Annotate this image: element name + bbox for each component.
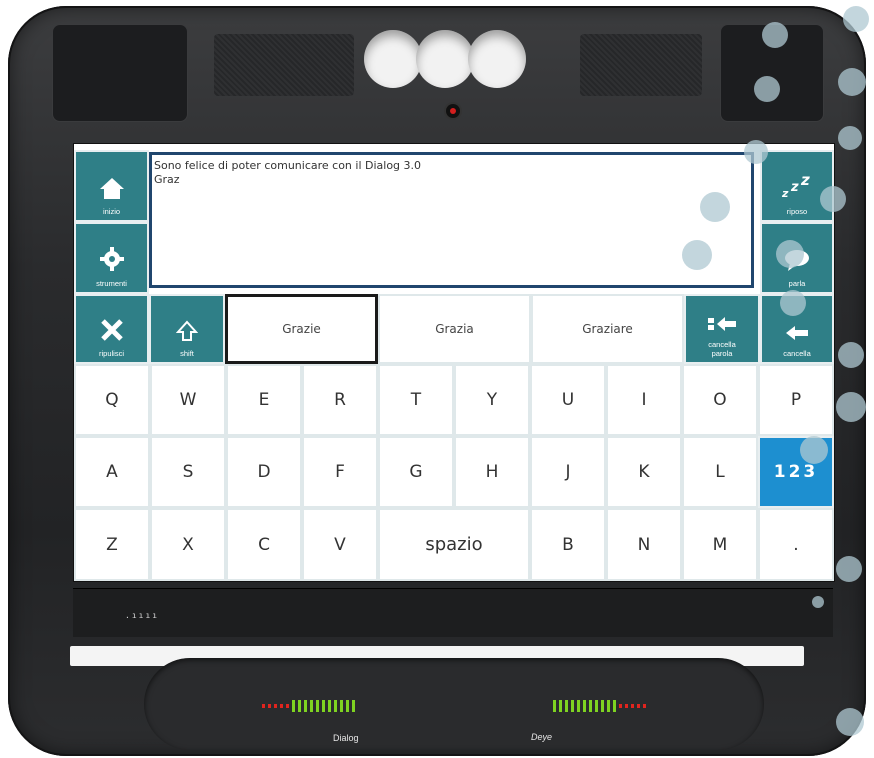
- close-icon: [100, 318, 124, 347]
- key-h[interactable]: H: [454, 436, 530, 508]
- sleep-zzz-icon: zzz: [780, 171, 814, 205]
- suggestion-2[interactable]: Grazia: [378, 294, 531, 364]
- speaker-grille-left: [214, 34, 354, 96]
- decor-bubble: [812, 596, 824, 608]
- decor-bubble: [744, 140, 768, 164]
- decor-bubble: [776, 240, 804, 268]
- home-button[interactable]: inizio: [74, 150, 149, 222]
- backspace-arrow-icon: [784, 323, 810, 347]
- indicator-leds: .ıııı: [125, 611, 160, 620]
- key-r[interactable]: R: [302, 364, 378, 436]
- clear-label: ripulisci: [98, 349, 124, 358]
- svg-text:z: z: [790, 180, 799, 195]
- home-label: inizio: [102, 207, 121, 216]
- delete-word-icon: [707, 314, 737, 338]
- suggestion-1[interactable]: Grazie: [225, 294, 378, 364]
- gear-icon: [99, 246, 125, 277]
- handle-hole-3: [468, 30, 526, 88]
- dialog-logo: Dialog: [333, 733, 359, 743]
- home-icon: [99, 176, 125, 205]
- svg-text:z: z: [781, 187, 789, 199]
- decor-bubble: [838, 342, 864, 368]
- delete-word-label-line1: cancella: [708, 340, 736, 349]
- svg-text:z: z: [800, 173, 810, 189]
- decor-bubble: [838, 68, 866, 96]
- key-o[interactable]: O: [682, 364, 758, 436]
- speak-label: parla: [788, 279, 806, 288]
- space-key[interactable]: spazio: [378, 508, 530, 581]
- key-w[interactable]: W: [150, 364, 226, 436]
- decor-bubble: [754, 76, 780, 102]
- key-m[interactable]: M: [682, 508, 758, 581]
- decor-bubble: [836, 392, 866, 422]
- key-i[interactable]: I: [606, 364, 682, 436]
- key-e[interactable]: E: [226, 364, 302, 436]
- key-q[interactable]: Q: [74, 364, 150, 436]
- delete-word-button[interactable]: cancella parola: [684, 294, 760, 364]
- lower-eye-tracker-panel: [144, 658, 764, 750]
- message-line-1: Sono felice di poter comunicare con il D…: [154, 159, 422, 172]
- sleep-label: riposo: [786, 207, 808, 216]
- bezel-left-pad: [52, 24, 188, 122]
- suggestion-3[interactable]: Graziare: [531, 294, 684, 364]
- decor-bubble: [836, 556, 862, 582]
- key-j[interactable]: J: [530, 436, 606, 508]
- decor-bubble: [836, 708, 864, 736]
- delete-word-label-line2: parola: [711, 349, 733, 358]
- decor-bubble: [820, 186, 846, 212]
- key-period[interactable]: .: [758, 508, 834, 581]
- delete-label: cancella: [783, 349, 811, 358]
- level-meter-right: [553, 698, 646, 714]
- level-meter-left: [262, 698, 355, 714]
- key-d[interactable]: D: [226, 436, 302, 508]
- key-n[interactable]: N: [606, 508, 682, 581]
- decor-bubble: [682, 240, 712, 270]
- key-t[interactable]: T: [378, 364, 454, 436]
- decor-bubble: [762, 22, 788, 48]
- key-p[interactable]: P: [758, 364, 834, 436]
- camera-icon: [446, 104, 460, 118]
- key-y[interactable]: Y: [454, 364, 530, 436]
- shift-arrow-icon: [175, 320, 199, 347]
- key-k[interactable]: K: [606, 436, 682, 508]
- delete-word-label: cancella parola: [708, 340, 736, 358]
- key-x[interactable]: X: [150, 508, 226, 581]
- key-c[interactable]: C: [226, 508, 302, 581]
- bottom-bezel-strip: .ıııı: [73, 588, 833, 637]
- settings-button[interactable]: strumenti: [74, 222, 149, 294]
- speaker-grille-right: [580, 34, 702, 96]
- decor-bubble: [843, 6, 869, 32]
- key-u[interactable]: U: [530, 364, 606, 436]
- clear-button[interactable]: ripulisci: [74, 294, 149, 364]
- key-v[interactable]: V: [302, 508, 378, 581]
- handle-hole-2: [416, 30, 474, 88]
- decor-bubble: [700, 192, 730, 222]
- decor-bubble: [780, 290, 806, 316]
- shift-label: shift: [180, 349, 194, 358]
- key-f[interactable]: F: [302, 436, 378, 508]
- key-b[interactable]: B: [530, 508, 606, 581]
- sleep-button[interactable]: zzz riposo: [760, 150, 834, 222]
- key-z[interactable]: Z: [74, 508, 150, 581]
- message-textbox[interactable]: Sono felice di poter comunicare con il D…: [149, 152, 754, 288]
- decor-bubble: [800, 436, 828, 464]
- handle-hole-1: [364, 30, 422, 88]
- key-a[interactable]: A: [74, 436, 150, 508]
- top-bezel: [8, 6, 866, 136]
- key-l[interactable]: L: [682, 436, 758, 508]
- key-s[interactable]: S: [150, 436, 226, 508]
- settings-label: strumenti: [96, 279, 127, 288]
- message-line-2: Graz: [154, 173, 180, 186]
- shift-button[interactable]: shift: [149, 294, 225, 364]
- decor-bubble: [838, 126, 862, 150]
- deye-logo: Deye: [531, 732, 553, 742]
- key-g[interactable]: G: [378, 436, 454, 508]
